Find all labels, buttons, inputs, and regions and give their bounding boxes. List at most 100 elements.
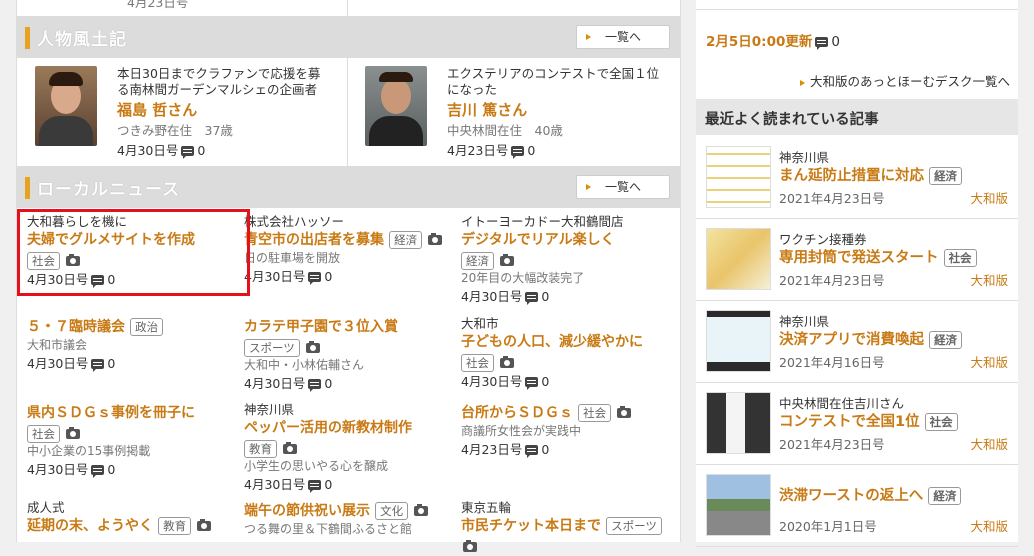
news-item[interactable]: 成人式 延期の末、ようやく 教育 <box>27 500 237 536</box>
news-headline[interactable]: 子どもの人口、減少緩やかに <box>461 334 643 350</box>
category-tag[interactable]: 社会 <box>461 353 494 372</box>
category-tag[interactable]: 経済 <box>929 331 963 349</box>
news-date-line: 4月30日号 0 <box>27 356 116 372</box>
article-title-row: コンテストで全国1位 社会 <box>779 410 962 431</box>
category-tag[interactable]: 社会 <box>943 249 977 267</box>
news-item[interactable]: 東京五輪 市民チケット本日まで スポーツ <box>461 500 671 556</box>
article-title[interactable]: 専用封筒で発送スタート <box>779 250 939 266</box>
category-tag[interactable]: スポーツ <box>244 338 300 357</box>
news-headline[interactable]: 県内ＳＤＧｓ事例を冊子に <box>27 405 195 421</box>
article-thumbnail[interactable] <box>706 146 771 208</box>
person-card[interactable]: 本日30日までクラファンで応援を募る南林間ガーデンマルシェの企画者 福島 哲さん… <box>17 62 337 167</box>
highlight-box <box>17 209 250 296</box>
people-list-button[interactable]: 一覧へ <box>576 25 670 49</box>
news-kicker: 大和市 <box>461 316 499 331</box>
popular-article[interactable]: 神奈川県 まん延防止措置に対応 経済 2021年4月23日号 大和版 <box>696 138 1018 219</box>
category-tag[interactable]: 教育 <box>244 439 277 458</box>
news-tags: 社会 <box>461 352 671 372</box>
popular-article[interactable]: 中央林間在住吉川さん コンテストで全国1位 社会 2021年4月23日号 大和版 <box>696 384 1018 465</box>
news-desc: 商議所女性会が実践中 <box>461 424 582 438</box>
local-list-button[interactable]: 一覧へ <box>576 175 670 199</box>
person-name[interactable]: 福島 哲さん <box>117 99 197 120</box>
news-kicker: 株式会社ハッソー <box>244 214 345 229</box>
category-tag[interactable]: 社会 <box>27 424 60 443</box>
category-tag[interactable]: 社会 <box>578 403 612 422</box>
article-title-row: 渋滞ワーストの返上へ 経済 <box>779 484 965 505</box>
news-item[interactable]: イトーヨーカドー大和鶴間店 デジタルでリアル楽しく 経済 20年目の大幅改装完了 4月3… <box>461 214 671 307</box>
comment-icon <box>525 292 539 305</box>
news-item[interactable]: 大和市 子どもの人口、減少緩やかに 社会 4月30日号 0 <box>461 316 671 392</box>
person-sub: 中央林間在住 40歳 <box>447 123 563 138</box>
news-headline[interactable]: ５・７臨時議会 <box>27 319 125 335</box>
news-date-line: 4月30日号 0 <box>244 376 333 392</box>
popular-article[interactable]: ワクチン接種券 専用封筒で発送スタート 社会 2021年4月23日号 大和版 <box>696 220 1018 301</box>
news-desc: 中小企業の15事例掲載 <box>27 444 151 458</box>
article-thumbnail[interactable] <box>706 392 771 454</box>
category-tag[interactable]: 経済 <box>461 251 494 270</box>
news-headline[interactable]: 延期の末、ようやく <box>27 518 153 534</box>
update-line[interactable]: 2月5日0:00更新 0 <box>706 30 840 50</box>
article-edition[interactable]: 大和版 <box>970 516 1008 535</box>
camera-icon <box>305 340 320 353</box>
category-tag[interactable]: 社会 <box>924 413 958 431</box>
news-headline-row: 延期の末、ようやく 教育 <box>27 515 237 536</box>
news-tags: 経済 <box>461 250 671 270</box>
category-tag[interactable]: 経済 <box>928 487 962 505</box>
news-date-line: 4月30日号 0 <box>244 269 333 285</box>
news-date-line: 4月30日号 0 <box>27 462 116 478</box>
comment-icon <box>91 465 105 478</box>
news-item[interactable]: 県内ＳＤＧｓ事例を冊子に 社会 中小企業の15事例掲載 4月30日号 0 <box>27 402 237 480</box>
person-card[interactable]: エクステリアのコンテストで全国１位になった 吉川 篤さん 中央林間在住 40歳 … <box>347 62 667 167</box>
news-item[interactable]: カラテ甲子園で３位入賞 スポーツ 大和中・小林佑輔さん 4月30日号 0 <box>244 316 454 394</box>
article-title[interactable]: 渋滞ワーストの返上へ <box>779 488 923 504</box>
news-headline-row: ペッパー活用の新教材制作 <box>244 417 454 438</box>
category-tag[interactable]: 経済 <box>389 230 423 249</box>
popular-article[interactable]: 神奈川県 決済アプリで消費喚起 経済 2021年4月16日号 大和版 <box>696 302 1018 383</box>
article-thumbnail[interactable] <box>706 474 771 536</box>
news-item[interactable]: 端午の節供祝い展示 文化 つる舞の里＆下鶴間ふるさと館 <box>244 500 454 538</box>
article-title[interactable]: コンテストで全国1位 <box>779 414 920 430</box>
news-headline[interactable]: ペッパー活用の新教材制作 <box>244 420 412 436</box>
news-item[interactable]: 神奈川県 ペッパー活用の新教材制作 教育 小学生の思いやる心を醸成 4月30日号 0 <box>244 402 454 495</box>
comment-icon <box>308 480 322 493</box>
news-item[interactable]: 台所からＳＤＧｓ 社会 商議所女性会が実践中 4月23日号 0 <box>461 402 671 460</box>
article-thumbnail[interactable] <box>706 310 771 372</box>
category-tag[interactable]: 経済 <box>929 167 963 185</box>
triangle-right-icon <box>586 34 591 40</box>
news-tags: スポーツ <box>244 337 454 357</box>
comment-icon <box>525 445 539 458</box>
news-headline[interactable]: 市民チケット本日まで <box>461 518 601 534</box>
article-edition[interactable]: 大和版 <box>970 270 1008 289</box>
article-title[interactable]: まん延防止措置に対応 <box>779 168 924 184</box>
article-title[interactable]: 決済アプリで消費喚起 <box>779 332 924 348</box>
top-date: 4月23日号 <box>127 0 189 10</box>
category-tag[interactable]: スポーツ <box>606 516 662 535</box>
news-item[interactable]: 株式会社ハッソー 青空市の出店者を募集 経済 日の駐車場を開放 4月30日号 0 <box>244 214 454 287</box>
news-tags: 教育 <box>244 438 454 458</box>
news-headline[interactable]: 青空市の出店者を募集 <box>244 232 384 248</box>
news-kicker: 神奈川県 <box>244 402 295 417</box>
news-item[interactable]: ５・７臨時議会 政治 大和市議会 4月30日号 0 <box>27 316 237 374</box>
news-desc: 小学生の思いやる心を醸成 <box>244 459 389 473</box>
article-edition[interactable]: 大和版 <box>970 188 1008 207</box>
news-headline-row: 青空市の出店者を募集 経済 <box>244 229 454 250</box>
news-headline[interactable]: 台所からＳＤＧｓ <box>461 405 573 421</box>
person-name[interactable]: 吉川 篤さん <box>447 99 527 120</box>
news-date-line: 4月30日号 0 <box>461 289 550 305</box>
comment-icon <box>181 146 195 159</box>
person-photo <box>35 66 97 146</box>
category-tag[interactable]: 政治 <box>130 317 164 336</box>
article-edition[interactable]: 大和版 <box>970 352 1008 371</box>
news-headline[interactable]: 端午の節供祝い展示 <box>244 503 370 519</box>
desk-list-link[interactable]: 大和版のあっとほーむデスク一覧へ <box>799 71 1010 90</box>
news-headline-row: 子どもの人口、減少緩やかに <box>461 331 671 352</box>
popular-article[interactable]: 渋滞ワーストの返上へ 経済 2020年1月1日号 大和版 <box>696 466 1018 547</box>
article-edition[interactable]: 大和版 <box>970 434 1008 453</box>
person-photo <box>365 66 427 146</box>
article-thumbnail[interactable] <box>706 228 771 290</box>
news-headline[interactable]: カラテ甲子園で３位入賞 <box>244 319 398 335</box>
category-tag[interactable]: 文化 <box>375 501 409 520</box>
category-tag[interactable]: 教育 <box>158 516 192 535</box>
section-accent <box>25 177 30 199</box>
news-headline[interactable]: デジタルでリアル楽しく <box>461 232 615 248</box>
